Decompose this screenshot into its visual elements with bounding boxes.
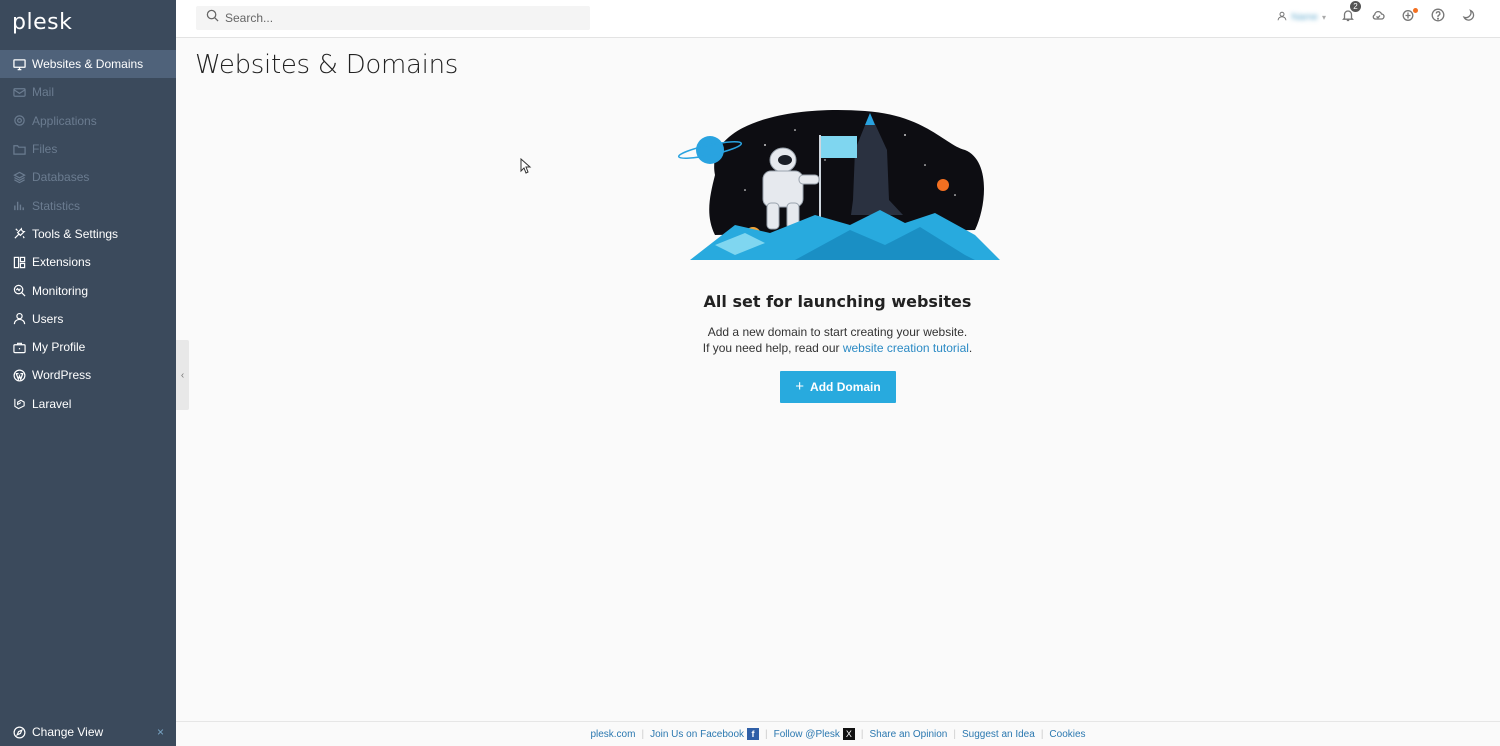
sidebar-item-laravel[interactable]: Laravel xyxy=(0,390,176,418)
cloud-icon xyxy=(1371,8,1385,27)
theme-toggle-button[interactable] xyxy=(1460,8,1476,27)
compass-icon xyxy=(12,725,26,739)
sidebar-item-statistics[interactable]: Statistics xyxy=(0,191,176,219)
footer-link-cookies[interactable]: Cookies xyxy=(1043,729,1091,740)
sidebar-item-my-profile[interactable]: My Profile xyxy=(0,333,176,361)
briefcase-icon xyxy=(12,340,26,354)
monitoring-icon xyxy=(12,284,26,298)
empty-state-text: Add a new domain to start creating your … xyxy=(600,324,1075,356)
sidebar-item-label: My Profile xyxy=(32,340,86,355)
sidebar-item-wordpress[interactable]: WordPress xyxy=(0,361,176,389)
user-name: Name xyxy=(1291,11,1318,23)
footer-link-label: Join Us on Facebook xyxy=(650,728,745,740)
change-view-button[interactable]: Change View × xyxy=(12,722,164,742)
search-input[interactable] xyxy=(225,11,565,25)
sidebar-item-label: Applications xyxy=(32,113,97,128)
user-menu[interactable]: Name ▾ xyxy=(1277,11,1326,24)
sidebar-item-files[interactable]: Files xyxy=(0,135,176,163)
footer-link-label: Cookies xyxy=(1049,728,1086,740)
footer-link-label: Follow @Plesk xyxy=(773,728,840,740)
x-icon: X xyxy=(842,728,855,740)
sidebar-item-label: Databases xyxy=(32,170,90,185)
footer-link-label: plesk.com xyxy=(590,728,636,740)
add-domain-label: Add Domain xyxy=(810,380,881,394)
footer-link-follow[interactable]: Follow @Plesk X xyxy=(768,728,861,740)
add-domain-button[interactable]: + Add Domain xyxy=(780,371,896,403)
sidebar-item-users[interactable]: Users xyxy=(0,305,176,333)
wordpress-icon xyxy=(12,368,26,382)
plus-icon: + xyxy=(795,378,805,395)
sidebar-item-databases[interactable]: Databases xyxy=(0,163,176,191)
empty-state-line1: Add a new domain to start creating your … xyxy=(707,325,968,339)
help-icon xyxy=(1431,8,1445,27)
sidebar-item-label: Extensions xyxy=(32,255,91,270)
empty-state-line2-suffix: . xyxy=(968,341,973,355)
close-icon[interactable]: × xyxy=(157,725,164,739)
sidebar-collapse-handle[interactable]: ‹ xyxy=(176,340,189,410)
sidebar-nav: Websites & Domains Mail Applications Fil… xyxy=(0,50,176,418)
bar-chart-icon xyxy=(12,199,26,213)
footer-link-facebook[interactable]: Join Us on Facebook f xyxy=(644,728,765,740)
mouse-cursor xyxy=(520,158,532,174)
sidebar-item-label: Mail xyxy=(32,85,55,100)
moon-icon xyxy=(1461,8,1475,27)
help-button[interactable] xyxy=(1430,8,1446,27)
cloud-button[interactable] xyxy=(1370,9,1386,25)
sidebar-item-label: Laravel xyxy=(32,396,72,411)
sidebar-item-extensions[interactable]: Extensions xyxy=(0,248,176,276)
user-icon xyxy=(12,312,26,326)
change-view-label: Change View xyxy=(32,725,104,739)
footer-link-plesk[interactable]: plesk.com xyxy=(584,729,641,740)
plesk-logo[interactable]: plesk xyxy=(12,10,72,35)
sidebar-item-label: Monitoring xyxy=(32,283,89,298)
sidebar-item-label: Websites & Domains xyxy=(32,57,144,72)
page-title: Websites & Domains xyxy=(195,50,459,80)
empty-state-line2-prefix: If you need help, read our xyxy=(702,341,843,355)
extensions-icon xyxy=(12,255,26,269)
footer-link-share-opinion[interactable]: Share an Opinion xyxy=(864,729,954,740)
folder-icon xyxy=(12,142,26,156)
sidebar-item-applications[interactable]: Applications xyxy=(0,107,176,135)
update-dot xyxy=(1413,8,1418,13)
footer-link-suggest-idea[interactable]: Suggest an Idea xyxy=(956,729,1041,740)
sidebar-item-mail[interactable]: Mail xyxy=(0,78,176,106)
facebook-icon: f xyxy=(747,728,760,740)
laravel-icon xyxy=(12,397,26,411)
empty-state-line2: If you need help, read our website creat… xyxy=(600,340,1075,356)
sidebar-item-label: Statistics xyxy=(32,198,81,213)
monitor-icon xyxy=(12,57,26,71)
sidebar-item-monitoring[interactable]: Monitoring xyxy=(0,276,176,304)
chevron-left-icon: ‹ xyxy=(180,369,185,381)
footer-link-label: Share an Opinion xyxy=(869,728,948,740)
sidebar-item-label: WordPress xyxy=(32,368,92,383)
sidebar: plesk Websites & Domains Mail Applicatio… xyxy=(0,0,176,746)
footer: plesk.com | Join Us on Facebook f | Follo… xyxy=(176,721,1500,746)
user-icon xyxy=(1277,11,1287,24)
topbar: Name ▾ 2 xyxy=(176,0,1500,38)
top-icons: Name ▾ 2 xyxy=(1277,1,1476,27)
search-icon xyxy=(206,9,219,27)
sidebar-item-websites-domains[interactable]: Websites & Domains xyxy=(0,50,176,79)
gear-icon xyxy=(12,114,26,128)
mail-icon xyxy=(12,85,26,99)
updates-button[interactable] xyxy=(1400,8,1418,25)
notifications-button[interactable]: 2 xyxy=(1340,1,1361,25)
sidebar-item-label: Files xyxy=(32,142,58,157)
tools-icon xyxy=(12,227,26,241)
search-box[interactable] xyxy=(196,6,590,30)
sidebar-item-label: Users xyxy=(32,311,64,326)
website-creation-tutorial-link[interactable]: website creation tutorial xyxy=(843,341,969,355)
sidebar-item-label: Tools & Settings xyxy=(32,226,119,241)
empty-state-title: All set for launching websites xyxy=(703,292,972,311)
notifications-badge: 2 xyxy=(1350,1,1361,12)
sidebar-item-tools-settings[interactable]: Tools & Settings xyxy=(0,220,176,248)
astronaut-illustration xyxy=(675,105,1005,265)
footer-link-label: Suggest an Idea xyxy=(961,728,1035,740)
database-icon xyxy=(12,170,26,184)
chevron-down-icon: ▾ xyxy=(1321,12,1326,22)
